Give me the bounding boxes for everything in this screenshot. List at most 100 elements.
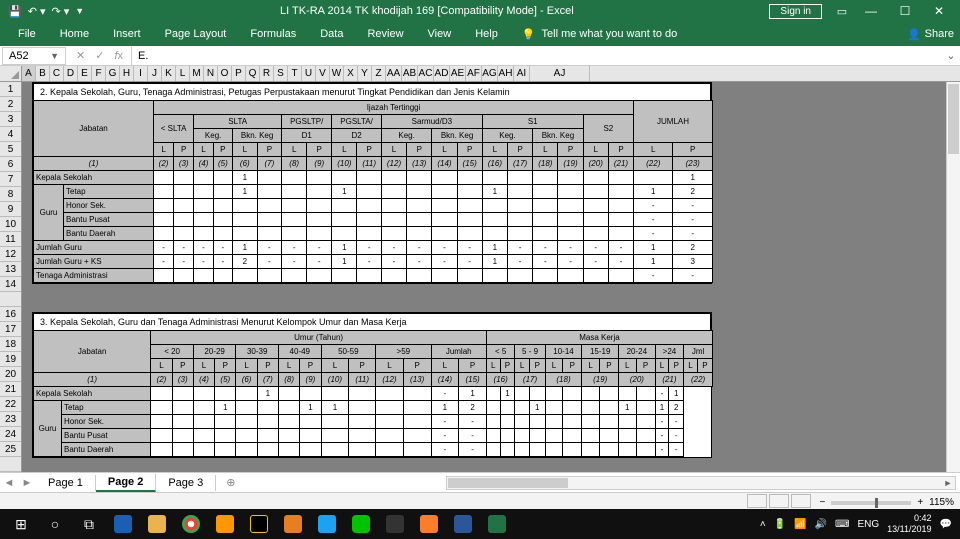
- horizontal-scrollbar[interactable]: ◄ ►: [446, 476, 956, 490]
- col-header-Q[interactable]: Q: [246, 66, 260, 81]
- formula-expand-icon[interactable]: ⌄: [942, 49, 960, 62]
- keyboard-icon[interactable]: ⌨: [835, 519, 849, 530]
- col-header-AH[interactable]: AH: [498, 66, 514, 81]
- app-icon-1[interactable]: [242, 511, 276, 537]
- clock[interactable]: 0:42 13/11/2019: [887, 513, 931, 535]
- tray-chevron-icon[interactable]: ˄: [760, 519, 766, 530]
- battery-icon[interactable]: 🔋: [774, 519, 786, 530]
- row-header[interactable]: 6: [0, 157, 21, 172]
- row-header[interactable]: [0, 292, 21, 307]
- col-header-F[interactable]: F: [92, 66, 106, 81]
- row-header[interactable]: 20: [0, 367, 21, 382]
- worksheet-grid[interactable]: 123456789101112131416171819202122232425 …: [0, 82, 960, 472]
- tab-formulas[interactable]: Formulas: [238, 24, 308, 44]
- explorer-icon[interactable]: [140, 511, 174, 537]
- wifi-icon[interactable]: 📶: [794, 519, 806, 530]
- zoom-out-button[interactable]: −: [819, 497, 825, 508]
- col-header-X[interactable]: X: [344, 66, 358, 81]
- row-header[interactable]: 17: [0, 322, 21, 337]
- col-header-AA[interactable]: AA: [386, 66, 402, 81]
- row-header[interactable]: 10: [0, 217, 21, 232]
- chevron-down-icon[interactable]: ▼: [50, 51, 59, 61]
- tab-review[interactable]: Review: [355, 24, 415, 44]
- col-header-V[interactable]: V: [316, 66, 330, 81]
- task-view-icon[interactable]: ⧉: [72, 511, 106, 537]
- col-header-P[interactable]: P: [232, 66, 246, 81]
- row-header[interactable]: 14: [0, 277, 21, 292]
- sheet-nav-next[interactable]: ►: [18, 477, 36, 489]
- col-header-Y[interactable]: Y: [358, 66, 372, 81]
- tab-file[interactable]: File: [6, 24, 48, 44]
- zoom-level[interactable]: 115%: [929, 497, 954, 508]
- sheet-tab-1[interactable]: Page 1: [36, 475, 96, 491]
- tab-help[interactable]: Help: [463, 24, 510, 44]
- search-icon[interactable]: ○: [38, 511, 72, 537]
- col-header-G[interactable]: G: [106, 66, 120, 81]
- col-header-AF[interactable]: AF: [466, 66, 482, 81]
- row-header[interactable]: 25: [0, 442, 21, 457]
- edge-icon[interactable]: [106, 511, 140, 537]
- fx-icon[interactable]: fx: [114, 50, 123, 62]
- col-header-E[interactable]: E: [78, 66, 92, 81]
- sheet-tab-3[interactable]: Page 3: [156, 475, 216, 491]
- col-header-AB[interactable]: AB: [402, 66, 418, 81]
- col-header-O[interactable]: O: [218, 66, 232, 81]
- tab-data[interactable]: Data: [308, 24, 355, 44]
- notifications-icon[interactable]: 💬: [940, 519, 952, 530]
- ribbon-options-icon[interactable]: ▭: [830, 5, 854, 18]
- row-header[interactable]: 24: [0, 427, 21, 442]
- sheet-tab-2[interactable]: Page 2: [96, 474, 156, 492]
- col-header-I[interactable]: I: [134, 66, 148, 81]
- xampp-icon[interactable]: [412, 511, 446, 537]
- row-header[interactable]: 4: [0, 127, 21, 142]
- row-header[interactable]: 23: [0, 412, 21, 427]
- undo-icon[interactable]: ↶ ▾: [28, 5, 46, 18]
- row-header[interactable]: 22: [0, 397, 21, 412]
- language-indicator[interactable]: ENG: [857, 519, 879, 530]
- row-header[interactable]: 5: [0, 142, 21, 157]
- formula-input[interactable]: E.: [132, 50, 942, 62]
- sign-in-button[interactable]: Sign in: [769, 4, 822, 19]
- sublime-icon[interactable]: [208, 511, 242, 537]
- row-header[interactable]: 12: [0, 247, 21, 262]
- col-header-S[interactable]: S: [274, 66, 288, 81]
- maximize-button[interactable]: ☐: [888, 4, 922, 18]
- row-header[interactable]: 19: [0, 352, 21, 367]
- save-icon[interactable]: 💾: [8, 5, 22, 18]
- tab-insert[interactable]: Insert: [101, 24, 153, 44]
- col-header-AC[interactable]: AC: [418, 66, 434, 81]
- row-headers[interactable]: 123456789101112131416171819202122232425: [0, 82, 22, 472]
- row-header[interactable]: 18: [0, 337, 21, 352]
- col-header-N[interactable]: N: [204, 66, 218, 81]
- col-header-A[interactable]: A: [22, 66, 36, 81]
- row-header[interactable]: 1: [0, 82, 21, 97]
- col-header-AD[interactable]: AD: [434, 66, 450, 81]
- col-header-AE[interactable]: AE: [450, 66, 466, 81]
- sheet-nav-prev[interactable]: ◄: [0, 477, 18, 489]
- select-all-corner[interactable]: [0, 66, 22, 81]
- close-button[interactable]: ✕: [922, 4, 956, 18]
- col-header-AG[interactable]: AG: [482, 66, 498, 81]
- col-header-D[interactable]: D: [64, 66, 78, 81]
- share-button[interactable]: 👤 Share: [907, 28, 954, 41]
- app-icon-4[interactable]: [378, 511, 412, 537]
- col-header-J[interactable]: J: [148, 66, 162, 81]
- row-header[interactable]: 9: [0, 202, 21, 217]
- tellme-input[interactable]: Tell me what you want to do: [542, 28, 678, 40]
- name-box[interactable]: A52 ▼: [2, 47, 66, 65]
- row-header[interactable]: 8: [0, 187, 21, 202]
- col-header-R[interactable]: R: [260, 66, 274, 81]
- col-header-W[interactable]: W: [330, 66, 344, 81]
- chrome-icon[interactable]: [174, 511, 208, 537]
- tab-view[interactable]: View: [416, 24, 464, 44]
- start-button[interactable]: ⊞: [4, 511, 38, 537]
- row-header[interactable]: 3: [0, 112, 21, 127]
- row-header[interactable]: [0, 457, 21, 472]
- word-icon[interactable]: [446, 511, 480, 537]
- excel-icon[interactable]: [480, 511, 514, 537]
- app-icon-2[interactable]: [276, 511, 310, 537]
- zoom-slider[interactable]: [831, 501, 911, 505]
- tab-page-layout[interactable]: Page Layout: [153, 24, 239, 44]
- col-header-AJ[interactable]: AJ: [530, 66, 590, 81]
- col-header-L[interactable]: L: [176, 66, 190, 81]
